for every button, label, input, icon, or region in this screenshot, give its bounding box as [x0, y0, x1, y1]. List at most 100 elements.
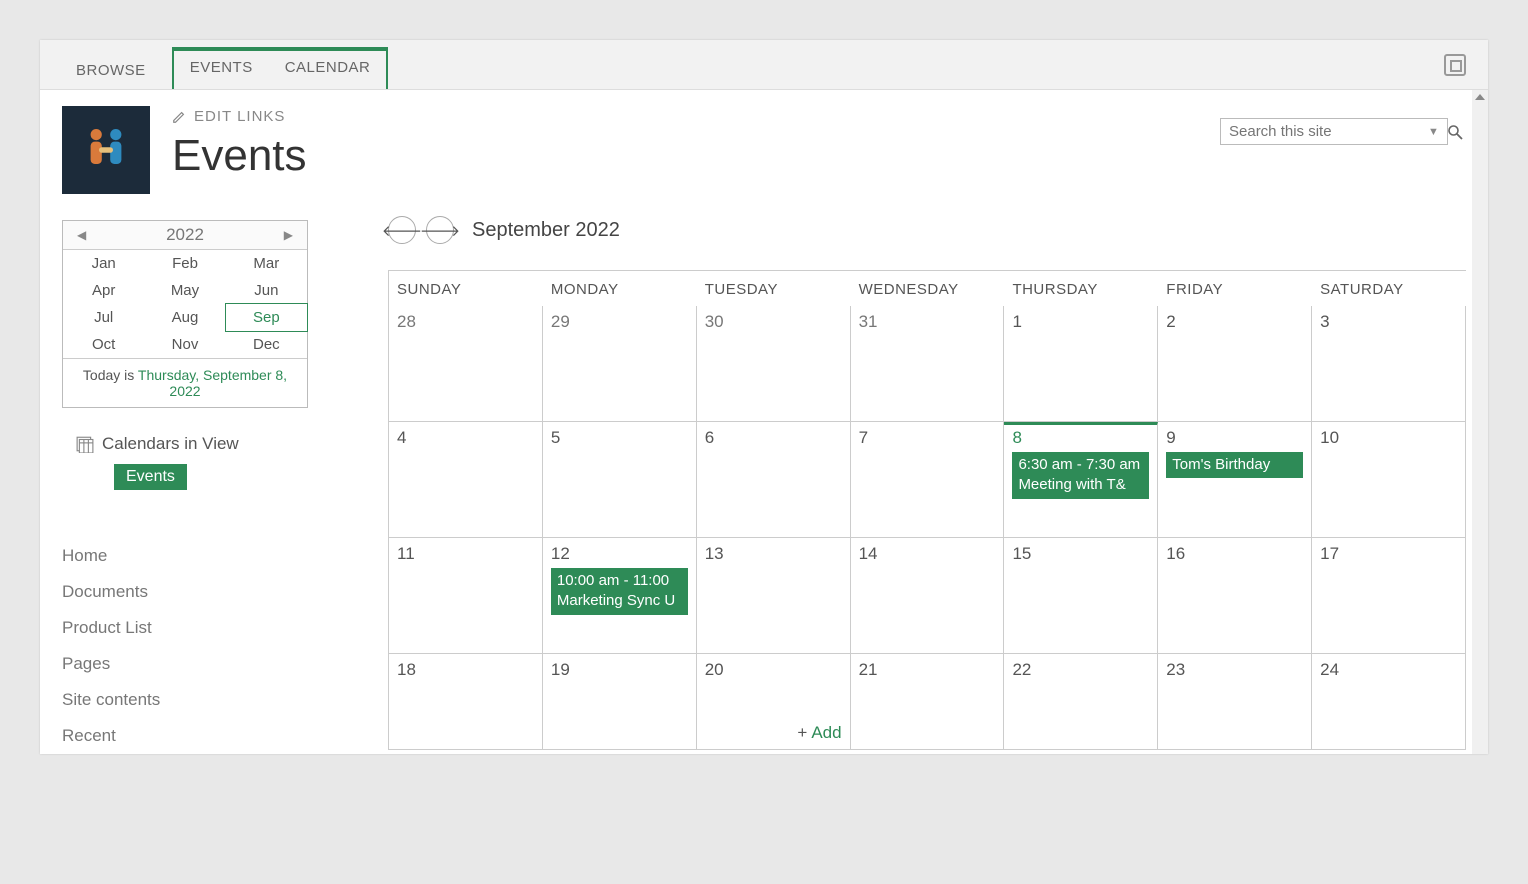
- quick-launch-product-list[interactable]: Product List: [62, 610, 362, 646]
- search-box: ▼: [1220, 118, 1448, 145]
- calendar-day-cell[interactable]: 31: [851, 306, 1005, 422]
- calendar-day-cell[interactable]: 3: [1312, 306, 1466, 422]
- quick-launch-recent[interactable]: Recent: [62, 718, 362, 754]
- calendar-day-cell[interactable]: 24: [1312, 654, 1466, 750]
- page-header: EDIT LINKS Events: [172, 106, 362, 181]
- contextual-tab-group: EVENTS CALENDAR: [172, 47, 389, 89]
- event-title: Marketing Sync U: [557, 591, 682, 611]
- site-logo[interactable]: [62, 106, 150, 194]
- mini-month-apr[interactable]: Apr: [63, 277, 144, 304]
- prev-year-button[interactable]: ◀: [73, 228, 90, 242]
- calendar-day-cell[interactable]: 10: [1312, 422, 1466, 538]
- tab-calendar[interactable]: CALENDAR: [269, 51, 387, 89]
- calendar-day-cell[interactable]: 15: [1004, 538, 1158, 654]
- mini-calendar-header: ◀ 2022 ▶: [63, 221, 307, 250]
- content-area: ▼: [40, 90, 1488, 754]
- calendar-overlay-chip[interactable]: Events: [114, 464, 187, 490]
- day-number: 4: [397, 428, 534, 448]
- mini-month-nov[interactable]: Nov: [144, 331, 225, 358]
- day-number: 12: [551, 544, 688, 564]
- calendar-day-cell[interactable]: 11: [389, 538, 543, 654]
- tab-events[interactable]: EVENTS: [174, 51, 269, 89]
- mini-month-dec[interactable]: Dec: [226, 331, 307, 358]
- day-number: 15: [1012, 544, 1149, 564]
- tab-browse[interactable]: BROWSE: [58, 52, 164, 89]
- vertical-scrollbar[interactable]: [1472, 90, 1488, 754]
- calendar-day-cell[interactable]: 29: [543, 306, 697, 422]
- calendar-header: 🡐 🡒 September 2022: [388, 216, 1466, 244]
- search-input[interactable]: [1229, 123, 1428, 140]
- mini-calendar-year[interactable]: 2022: [166, 225, 204, 245]
- calendar-day-cell[interactable]: 16: [1158, 538, 1312, 654]
- calendar-day-cell[interactable]: 8 6:30 am - 7:30 amMeeting with T&: [1004, 422, 1158, 538]
- mini-month-aug[interactable]: Aug: [144, 304, 225, 331]
- calendars-in-view-label: Calendars in View: [102, 434, 239, 454]
- mini-month-feb[interactable]: Feb: [144, 250, 225, 277]
- quick-launch-home[interactable]: Home: [62, 538, 362, 574]
- plus-icon: +: [797, 723, 807, 743]
- day-number: 8: [1012, 428, 1149, 448]
- calendar-day-cell[interactable]: 20+Add: [697, 654, 851, 750]
- calendar-day-cell[interactable]: 7: [851, 422, 1005, 538]
- mini-month-jan[interactable]: Jan: [63, 250, 144, 277]
- calendar-day-cell[interactable]: 5: [543, 422, 697, 538]
- search-icon[interactable]: [1447, 124, 1463, 140]
- mini-month-sep[interactable]: Sep: [225, 303, 308, 332]
- mini-month-jul[interactable]: Jul: [63, 304, 144, 331]
- mini-month-mar[interactable]: Mar: [226, 250, 307, 277]
- calendar-day-cell[interactable]: 19: [543, 654, 697, 750]
- day-number: 5: [551, 428, 688, 448]
- calendar-day-cell[interactable]: 4: [389, 422, 543, 538]
- calendar-day-cell[interactable]: 1: [1004, 306, 1158, 422]
- quick-launch-documents[interactable]: Documents: [62, 574, 362, 610]
- calendar-day-cell[interactable]: 13: [697, 538, 851, 654]
- day-number: 1: [1012, 312, 1149, 332]
- calendar-day-cell[interactable]: 21: [851, 654, 1005, 750]
- day-number: 11: [397, 544, 534, 564]
- day-number: 2: [1166, 312, 1303, 332]
- day-of-week-header: FRIDAY: [1158, 271, 1312, 306]
- calendar-day-cell[interactable]: 9Tom's Birthday: [1158, 422, 1312, 538]
- day-of-week-header: WEDNESDAY: [851, 271, 1005, 306]
- calendar-day-cell[interactable]: 12 10:00 am - 11:00Marketing Sync U: [543, 538, 697, 654]
- pencil-icon: [172, 110, 186, 124]
- calendar-day-cell[interactable]: 2: [1158, 306, 1312, 422]
- focus-on-content-icon[interactable]: [1444, 54, 1466, 76]
- day-number: 23: [1166, 660, 1303, 680]
- event-chip[interactable]: 10:00 am - 11:00Marketing Sync U: [551, 568, 688, 615]
- mini-calendar: ◀ 2022 ▶ JanFebMar AprMayJun JulAugSep OctN…: [62, 220, 308, 408]
- calendar-day-cell[interactable]: 6: [697, 422, 851, 538]
- header-row: EDIT LINKS Events: [62, 106, 362, 194]
- calendar-day-cell[interactable]: 28: [389, 306, 543, 422]
- page-title: Events: [172, 131, 362, 181]
- left-column: EDIT LINKS Events ◀ 2022 ▶ JanFebMar AprM…: [62, 106, 362, 754]
- next-month-button[interactable]: 🡒: [426, 216, 454, 244]
- add-event-link[interactable]: +Add: [797, 723, 841, 743]
- mini-month-may[interactable]: May: [144, 277, 225, 304]
- next-year-button[interactable]: ▶: [280, 228, 297, 242]
- calendar-day-cell[interactable]: 23: [1158, 654, 1312, 750]
- app-window: BROWSE EVENTS CALENDAR ▼: [40, 40, 1488, 754]
- event-time: 10:00 am - 11:00: [557, 571, 682, 591]
- mini-month-oct[interactable]: Oct: [63, 331, 144, 358]
- day-number: 28: [397, 312, 534, 332]
- day-of-week-header: SATURDAY: [1312, 271, 1466, 306]
- calendar-day-cell[interactable]: 30: [697, 306, 851, 422]
- day-number: 18: [397, 660, 534, 680]
- calendar-day-cell[interactable]: 17: [1312, 538, 1466, 654]
- search-scope-dropdown-icon[interactable]: ▼: [1428, 126, 1439, 138]
- edit-links-button[interactable]: EDIT LINKS: [172, 108, 362, 125]
- mini-month-jun[interactable]: Jun: [226, 277, 307, 304]
- calendar-grid: SUNDAYMONDAYTUESDAYWEDNESDAYTHURSDAYFRID…: [388, 270, 1466, 750]
- calendar-day-cell[interactable]: 14: [851, 538, 1005, 654]
- quick-launch-site-contents[interactable]: Site contents: [62, 682, 362, 718]
- calendar-day-cell[interactable]: 22: [1004, 654, 1158, 750]
- calendar-day-cell[interactable]: 18: [389, 654, 543, 750]
- calendar-title: September 2022: [472, 219, 620, 242]
- event-chip[interactable]: Tom's Birthday: [1166, 452, 1303, 478]
- today-link[interactable]: Thursday, September 8, 2022: [138, 367, 287, 399]
- event-chip[interactable]: 6:30 am - 7:30 amMeeting with T&: [1012, 452, 1149, 499]
- quick-launch-pages[interactable]: Pages: [62, 646, 362, 682]
- prev-month-button[interactable]: 🡐: [388, 216, 416, 244]
- calendar-week-row: 28 293031 123: [389, 306, 1466, 422]
